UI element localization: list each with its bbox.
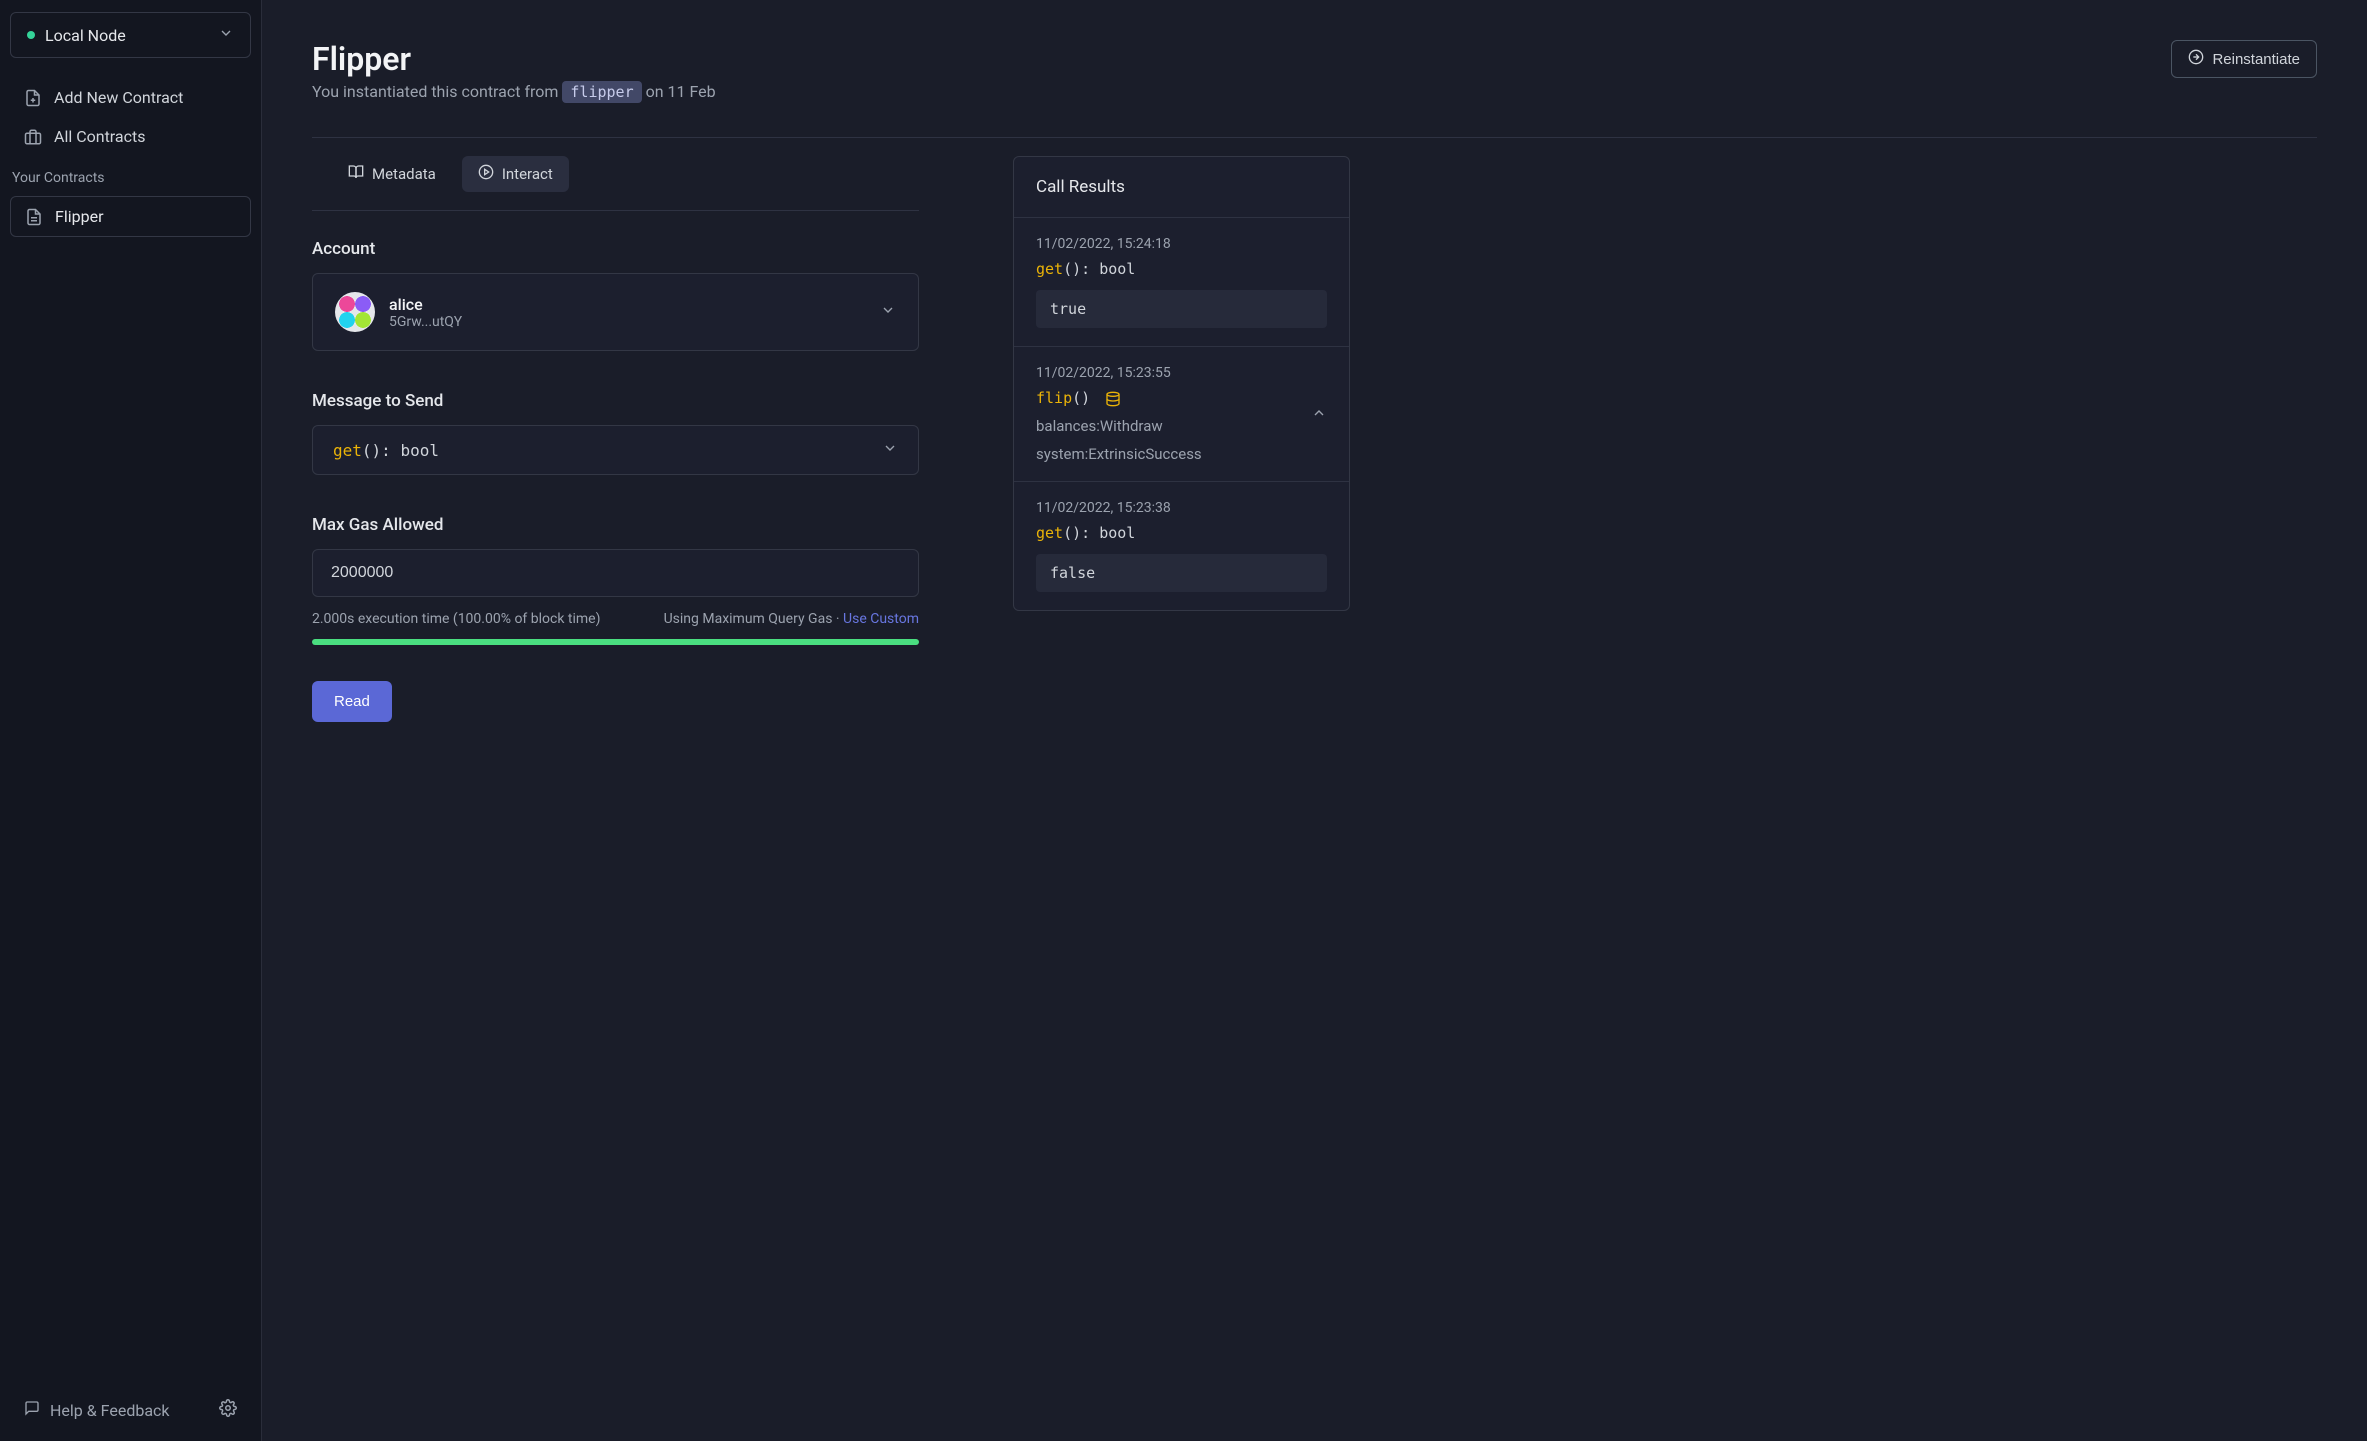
account-name: alice (389, 295, 462, 314)
gas-mode-text: Using Maximum Query Gas · (664, 611, 843, 627)
result-timestamp: 11/02/2022, 15:23:38 (1036, 500, 1327, 516)
result-sig: () (1072, 389, 1090, 407)
your-contracts-label: Your Contracts (10, 156, 251, 196)
help-label: Help & Feedback (50, 1401, 170, 1420)
main-content: Flipper You instantiated this contract f… (262, 0, 2367, 1441)
result-fn: get (1036, 260, 1063, 278)
result-fn: flip (1036, 389, 1072, 407)
tabs: Metadata Interact (312, 138, 919, 211)
book-icon (348, 164, 364, 184)
gas-input[interactable] (312, 549, 919, 597)
all-contracts-label: All Contracts (54, 127, 145, 146)
chevron-up-icon[interactable] (1311, 405, 1327, 425)
result-value: false (1036, 554, 1327, 592)
help-feedback-link[interactable]: Help & Feedback (24, 1400, 170, 1420)
node-label: Local Node (45, 26, 126, 45)
result-item: 11/02/2022, 15:23:38 get(): bool false (1014, 482, 1349, 610)
chevron-down-icon (218, 25, 234, 45)
exec-time-text: 2.000s execution time (100.00% of block … (312, 611, 600, 627)
result-fn: get (1036, 524, 1063, 542)
result-event: balances:Withdraw (1036, 417, 1311, 435)
sidebar: Local Node Add New Contract All Contract… (0, 0, 262, 1441)
settings-button[interactable] (219, 1399, 237, 1421)
arrow-circle-icon (2188, 49, 2204, 69)
result-value: true (1036, 290, 1327, 328)
node-selector[interactable]: Local Node (10, 12, 251, 58)
file-plus-icon (24, 89, 42, 107)
add-contract-label: Add New Contract (54, 88, 183, 107)
result-sig: (): bool (1063, 260, 1135, 278)
result-sig: (): bool (1063, 524, 1135, 542)
message-sig: (): bool (362, 441, 439, 460)
reinstantiate-button[interactable]: Reinstantiate (2171, 40, 2317, 78)
file-icon (25, 208, 43, 226)
message-label: Message to Send (312, 391, 919, 411)
result-timestamp: 11/02/2022, 15:24:18 (1036, 236, 1327, 252)
all-contracts-link[interactable]: All Contracts (10, 117, 251, 156)
contract-name: Flipper (55, 207, 104, 226)
message-fn: get (333, 441, 362, 460)
sidebar-contract-flipper[interactable]: Flipper (10, 196, 251, 237)
database-icon (1105, 391, 1121, 407)
tab-interact[interactable]: Interact (462, 156, 569, 192)
play-circle-icon (478, 164, 494, 184)
briefcase-icon (24, 128, 42, 146)
gas-progress-bar (312, 639, 919, 645)
result-item: 11/02/2022, 15:23:55 flip() balances:Wit… (1014, 347, 1349, 482)
result-item: 11/02/2022, 15:24:18 get(): bool true (1014, 218, 1349, 347)
result-event: system:ExtrinsicSuccess (1036, 445, 1311, 463)
account-label: Account (312, 239, 919, 259)
page-subtitle: You instantiated this contract from flip… (312, 82, 716, 101)
page-title: Flipper (312, 40, 716, 78)
result-timestamp: 11/02/2022, 15:23:55 (1036, 365, 1311, 381)
call-results-panel: Call Results 11/02/2022, 15:24:18 get():… (1013, 156, 1350, 611)
status-dot-icon (27, 31, 35, 39)
message-selector[interactable]: get(): bool (312, 425, 919, 475)
account-selector[interactable]: alice 5Grw...utQY (312, 273, 919, 351)
call-results-title: Call Results (1014, 157, 1349, 218)
chevron-down-icon (880, 302, 896, 322)
chevron-down-icon (882, 440, 898, 460)
add-contract-link[interactable]: Add New Contract (10, 78, 251, 117)
avatar-icon (335, 292, 375, 332)
gas-label: Max Gas Allowed (312, 515, 919, 535)
code-chip: flipper (562, 81, 641, 103)
read-button[interactable]: Read (312, 681, 392, 722)
use-custom-link[interactable]: Use Custom (843, 611, 919, 627)
tab-metadata[interactable]: Metadata (332, 156, 452, 192)
chat-icon (24, 1400, 40, 1420)
account-address: 5Grw...utQY (389, 314, 462, 330)
